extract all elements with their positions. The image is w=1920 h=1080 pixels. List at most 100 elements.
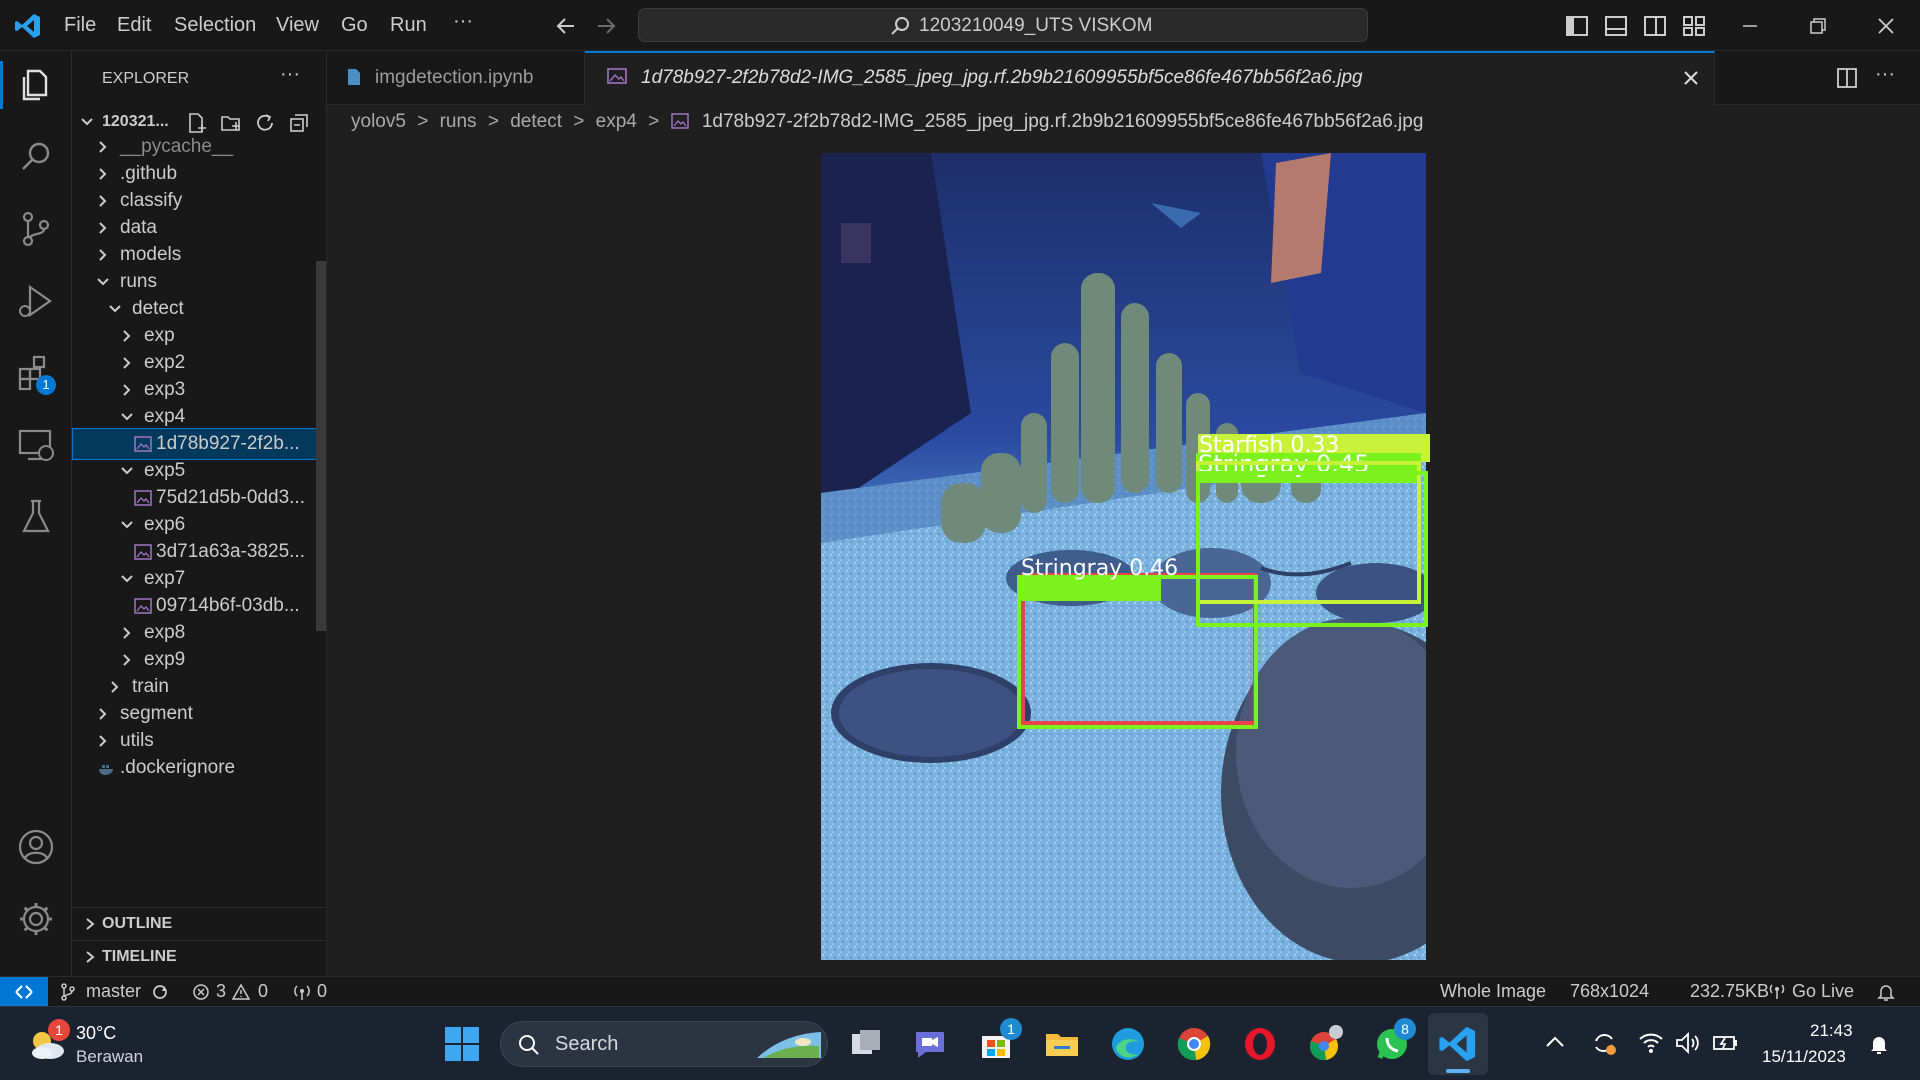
breadcrumb-item[interactable]: yolov5: [351, 111, 406, 132]
chevron-right-icon: [120, 356, 134, 370]
ports-count[interactable]: 0: [317, 981, 327, 1002]
chevron-right-icon: [96, 167, 110, 181]
chevron-right-icon: [120, 329, 134, 343]
chevron-down-icon: [108, 302, 122, 316]
chevron-down-icon: [120, 518, 134, 532]
tree-item-label: exp6: [144, 514, 186, 535]
clock-date[interactable]: 15/11/2023: [1762, 1047, 1846, 1067]
error-icon: [192, 983, 210, 1001]
tree-item-label: exp3: [144, 379, 186, 400]
menu-edit[interactable]: Edit: [117, 14, 151, 37]
tree-item-label: exp2: [144, 352, 186, 373]
tree-item-label: __pycache__: [120, 137, 234, 157]
menu-more[interactable]: ···: [453, 10, 473, 33]
tree-item-label: .github: [120, 163, 178, 184]
timeline-section[interactable]: TIMELINE: [72, 941, 326, 973]
whatsapp-icon[interactable]: 8: [1372, 1018, 1416, 1064]
whatsapp-badge: 8: [1394, 1018, 1416, 1040]
tab-label: imgdetection.ipynb: [375, 67, 534, 88]
explorer-sidebar: EXPLORER ··· 120321... __pycache__ .githu…: [72, 51, 327, 976]
explorer-more-actions[interactable]: ···: [280, 63, 300, 86]
sidebar-scrollbar[interactable]: [316, 261, 326, 631]
image-dimensions: 768x1024: [1570, 981, 1650, 1001]
menu-run[interactable]: Run: [390, 14, 427, 37]
new-file-icon[interactable]: [186, 112, 208, 134]
tree-item-label: segment: [120, 703, 193, 724]
source-control-icon[interactable]: [12, 205, 60, 253]
notifications-bell-icon[interactable]: [1876, 982, 1896, 1002]
close-tab-icon[interactable]: [1681, 68, 1701, 88]
chrome-profile-icon[interactable]: [1306, 1024, 1346, 1064]
tab-imgdetection[interactable]: imgdetection.ipynb: [327, 51, 585, 105]
remote-indicator[interactable]: [0, 977, 48, 1006]
error-count[interactable]: 3: [216, 981, 226, 1002]
restore-window-icon[interactable]: [1806, 14, 1830, 38]
menu-selection[interactable]: Selection: [174, 14, 256, 37]
vscode-taskbar-active[interactable]: [1428, 1013, 1488, 1075]
forward-arrow-icon[interactable]: [594, 14, 618, 38]
extensions-icon[interactable]: 1: [12, 349, 60, 397]
image-zoom[interactable]: Whole Image: [1440, 981, 1546, 1002]
workspace-root[interactable]: 120321...: [72, 107, 326, 137]
collapse-all-icon[interactable]: [288, 112, 310, 134]
breadcrumb-item[interactable]: exp4: [596, 111, 637, 132]
breadcrumb-item[interactable]: detect: [510, 111, 562, 132]
run-debug-icon[interactable]: [12, 277, 60, 325]
toggle-panel-icon[interactable]: [1604, 14, 1628, 38]
volume-icon[interactable]: [1674, 1031, 1702, 1055]
breadcrumb-item[interactable]: runs: [440, 111, 477, 132]
opera-browser-icon[interactable]: [1240, 1024, 1280, 1064]
task-view-icon[interactable]: [846, 1024, 886, 1064]
accounts-icon[interactable]: [12, 823, 60, 871]
customize-layout-icon[interactable]: [1682, 14, 1706, 38]
tree-item-label: exp7: [144, 568, 186, 589]
wifi-icon[interactable]: [1638, 1031, 1664, 1055]
toggle-primary-sidebar-icon[interactable]: [1565, 14, 1589, 38]
clock-time[interactable]: 21:43: [1810, 1021, 1853, 1041]
chevron-down-icon: [120, 572, 134, 586]
image-file-icon: [607, 67, 627, 85]
menu-view[interactable]: View: [276, 14, 319, 37]
battery-charging-icon[interactable]: [1712, 1031, 1740, 1055]
warning-count[interactable]: 0: [258, 981, 268, 1002]
detection-box-stringray-2: [1196, 471, 1428, 627]
menu-go[interactable]: Go: [341, 14, 368, 37]
minimize-window-icon[interactable]: [1738, 14, 1762, 38]
back-arrow-icon[interactable]: [554, 14, 578, 38]
notification-center-bell-icon[interactable]: [1868, 1033, 1890, 1057]
settings-gear-icon[interactable]: [12, 895, 60, 943]
show-hidden-icons-chevron-icon[interactable]: [1544, 1033, 1566, 1051]
taskbar-search-box[interactable]: Search: [500, 1021, 828, 1067]
git-branch[interactable]: master: [86, 981, 141, 1002]
active-indicator: [0, 61, 3, 109]
activity-bar: 1: [0, 51, 72, 976]
explorer-files-icon[interactable]: [12, 61, 60, 109]
refresh-icon[interactable]: [254, 112, 276, 134]
chrome-browser-icon[interactable]: [1174, 1024, 1214, 1064]
windows-start-icon[interactable]: [442, 1024, 482, 1064]
go-live-button[interactable]: Go Live: [1792, 981, 1854, 1002]
tree-item[interactable]: .dockerignore: [72, 752, 326, 784]
new-folder-icon[interactable]: [220, 112, 242, 134]
teams-chat-icon[interactable]: [910, 1024, 950, 1064]
close-window-icon[interactable]: [1874, 14, 1898, 38]
tree-item-label: data: [120, 217, 157, 238]
outline-section[interactable]: OUTLINE: [72, 908, 326, 940]
command-center-search[interactable]: 1203210049_UTS VISKOM: [638, 8, 1368, 42]
sync-icon[interactable]: [150, 982, 170, 1002]
menu-file[interactable]: File: [64, 14, 96, 37]
search-icon[interactable]: [12, 133, 60, 181]
edge-browser-icon[interactable]: [1108, 1024, 1148, 1064]
split-editor-icon[interactable]: [1835, 66, 1859, 90]
docker-file-icon: [98, 760, 116, 776]
file-explorer-icon[interactable]: [1042, 1024, 1082, 1064]
microsoft-store-icon[interactable]: 1: [976, 1018, 1022, 1064]
testing-flask-icon[interactable]: [12, 493, 60, 541]
remote-explorer-icon[interactable]: [12, 421, 60, 469]
toggle-secondary-sidebar-icon[interactable]: [1643, 14, 1667, 38]
breadcrumb-file[interactable]: 1d78b927-2f2b78d2-IMG_2585_jpeg_jpg.rf.2…: [702, 111, 1424, 132]
tab-active-image[interactable]: 1d78b927-2f2b78d2-IMG_2585_jpeg_jpg.rf.2…: [585, 51, 1715, 105]
sync-tray-icon[interactable]: [1590, 1029, 1618, 1057]
editor-more-actions[interactable]: ···: [1875, 63, 1895, 86]
weather-widget[interactable]: 1: [24, 1019, 72, 1065]
